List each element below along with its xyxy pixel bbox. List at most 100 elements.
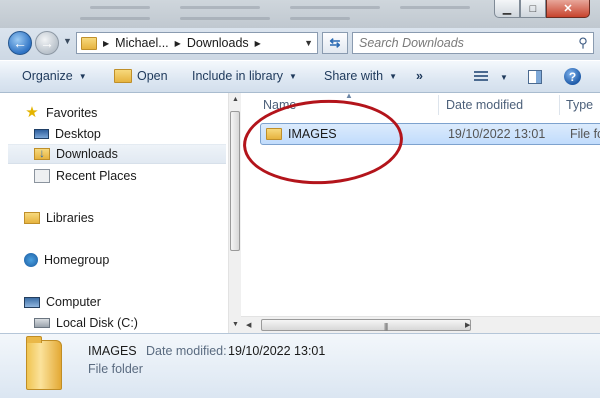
nav-downloads-label: Downloads (56, 147, 118, 161)
scroll-left-icon[interactable]: ◀ (246, 321, 251, 329)
blurred-background-text (180, 17, 270, 20)
chevron-down-icon: ▼ (289, 71, 297, 81)
grip-icon: ||| (384, 322, 388, 331)
file-date-modified: 19/10/2022 13:01 (447, 127, 546, 141)
navigation-scrollbar[interactable]: ▲ ▼ (228, 93, 241, 333)
column-type-label: Type (566, 98, 594, 112)
scrollbar-thumb[interactable]: ||| (261, 319, 471, 331)
file-list-horizontal-scrollbar[interactable]: ◀ ||| ▶ (241, 316, 600, 333)
column-date-modified-label: Date modified (446, 98, 524, 112)
breadcrumb-separator-icon[interactable]: ▶ (103, 39, 109, 48)
organize-label: Organize (22, 69, 73, 83)
nav-downloads[interactable]: Downloads (8, 144, 226, 164)
nav-libraries-label: Libraries (46, 211, 94, 225)
recent-pages-dropdown[interactable]: ▼ (63, 36, 72, 46)
nav-desktop[interactable]: Desktop (34, 124, 101, 144)
details-date-label: Date modified: (146, 344, 227, 358)
more-commands-button[interactable]: » (416, 69, 423, 83)
include-in-library-button[interactable]: Include in library ▼ (192, 69, 297, 83)
search-icon[interactable]: ⚲ (573, 35, 593, 51)
computer-icon (24, 296, 40, 308)
organize-button[interactable]: Organize ▼ (22, 69, 87, 83)
column-divider[interactable] (438, 95, 439, 115)
nav-recent-places[interactable]: Recent Places (34, 166, 137, 186)
homegroup-icon (24, 253, 38, 267)
help-icon: ? (564, 68, 581, 85)
details-type: File folder (88, 362, 143, 376)
sort-ascending-icon: ▲ (345, 91, 353, 100)
column-type[interactable]: Type (566, 93, 593, 117)
search-input[interactable] (353, 34, 573, 52)
maximize-icon: □ (529, 2, 537, 15)
help-button[interactable]: ? (564, 68, 581, 85)
recent-places-icon (34, 169, 50, 183)
nav-desktop-label: Desktop (55, 127, 101, 141)
nav-homegroup[interactable]: Homegroup (24, 250, 109, 270)
folder-icon (81, 36, 97, 50)
blurred-background-text (400, 6, 470, 9)
refresh-button[interactable]: ⇆ (322, 32, 348, 54)
desktop-icon (34, 129, 49, 139)
large-folder-icon (26, 336, 62, 390)
open-folder-icon (114, 69, 132, 83)
column-date-modified[interactable]: Date modified (446, 93, 523, 117)
navigation-pane: ★ Favorites Desktop Downloads Recent Plac… (0, 93, 228, 333)
refresh-icon: ⇆ (329, 35, 341, 50)
window-controls: ▁ □ ✕ (494, 0, 590, 18)
back-arrow-icon: ← (13, 35, 27, 51)
details-date-value: 19/10/2022 13:01 (228, 344, 326, 358)
chevron-down-icon: ▼ (78, 71, 87, 81)
blurred-background-text (90, 6, 150, 9)
nav-local-disk-label: Local Disk (C:) (56, 316, 138, 330)
nav-libraries[interactable]: Libraries (24, 208, 94, 228)
preview-pane-icon (528, 70, 542, 84)
address-dropdown-icon[interactable]: ▼ (304, 38, 313, 48)
maximize-button[interactable]: □ (520, 0, 546, 18)
command-bar: Organize ▼ Open Include in library ▼ Share… (0, 60, 600, 93)
preview-pane-button[interactable] (528, 70, 542, 84)
star-icon: ★ (25, 104, 39, 121)
details-name: IMAGES (88, 344, 137, 358)
downloads-icon (34, 146, 50, 160)
forward-button[interactable]: → (35, 31, 59, 55)
views-icon (474, 71, 488, 83)
share-with-label: Share with (324, 69, 384, 83)
open-button[interactable]: Open (114, 69, 168, 83)
blurred-background-text (80, 17, 150, 20)
include-in-library-label: Include in library (192, 69, 284, 83)
minimize-icon: ▁ (502, 3, 512, 15)
close-icon: ✕ (563, 3, 573, 15)
scroll-up-icon[interactable]: ▲ (232, 96, 239, 103)
address-bar[interactable]: ▶ Michael... ▶ Downloads ▶ ▼ (76, 32, 318, 54)
nav-favorites[interactable]: ★ Favorites (24, 103, 97, 123)
breadcrumb-separator-icon[interactable]: ▶ (255, 39, 261, 48)
change-view-button[interactable]: ▼ (474, 71, 508, 83)
close-button[interactable]: ✕ (546, 0, 590, 18)
scroll-down-icon[interactable]: ▼ (232, 321, 239, 328)
more-commands-label: » (416, 69, 423, 83)
forward-arrow-icon: → (40, 35, 54, 51)
breadcrumb-user[interactable]: Michael... (115, 36, 169, 50)
nav-favorites-label: Favorites (46, 106, 98, 120)
nav-local-disk[interactable]: Local Disk (C:) (34, 313, 138, 333)
nav-computer[interactable]: Computer (24, 292, 101, 312)
chevron-down-icon: ▼ (500, 72, 508, 82)
blurred-background-text (290, 17, 350, 20)
column-divider[interactable] (559, 95, 560, 115)
search-box[interactable]: ⚲ (352, 32, 594, 54)
nav-computer-label: Computer (46, 295, 101, 309)
breadcrumb-downloads[interactable]: Downloads (187, 36, 249, 50)
nav-homegroup-label: Homegroup (44, 253, 110, 267)
breadcrumb-separator-icon[interactable]: ▶ (175, 39, 181, 48)
minimize-button[interactable]: ▁ (494, 0, 520, 18)
blurred-background-text (180, 6, 260, 9)
nav-recent-places-label: Recent Places (56, 169, 137, 183)
libraries-icon (24, 212, 40, 224)
file-type: File fo (569, 127, 600, 141)
share-with-button[interactable]: Share with ▼ (324, 69, 397, 83)
scrollbar-thumb[interactable] (230, 111, 240, 251)
window-title-bar: ▁ □ ✕ (0, 0, 600, 28)
back-button[interactable]: ← (8, 31, 32, 55)
details-pane: IMAGES Date modified: 19/10/2022 13:01 F… (0, 333, 600, 398)
scroll-right-icon[interactable]: ▶ (465, 321, 470, 329)
